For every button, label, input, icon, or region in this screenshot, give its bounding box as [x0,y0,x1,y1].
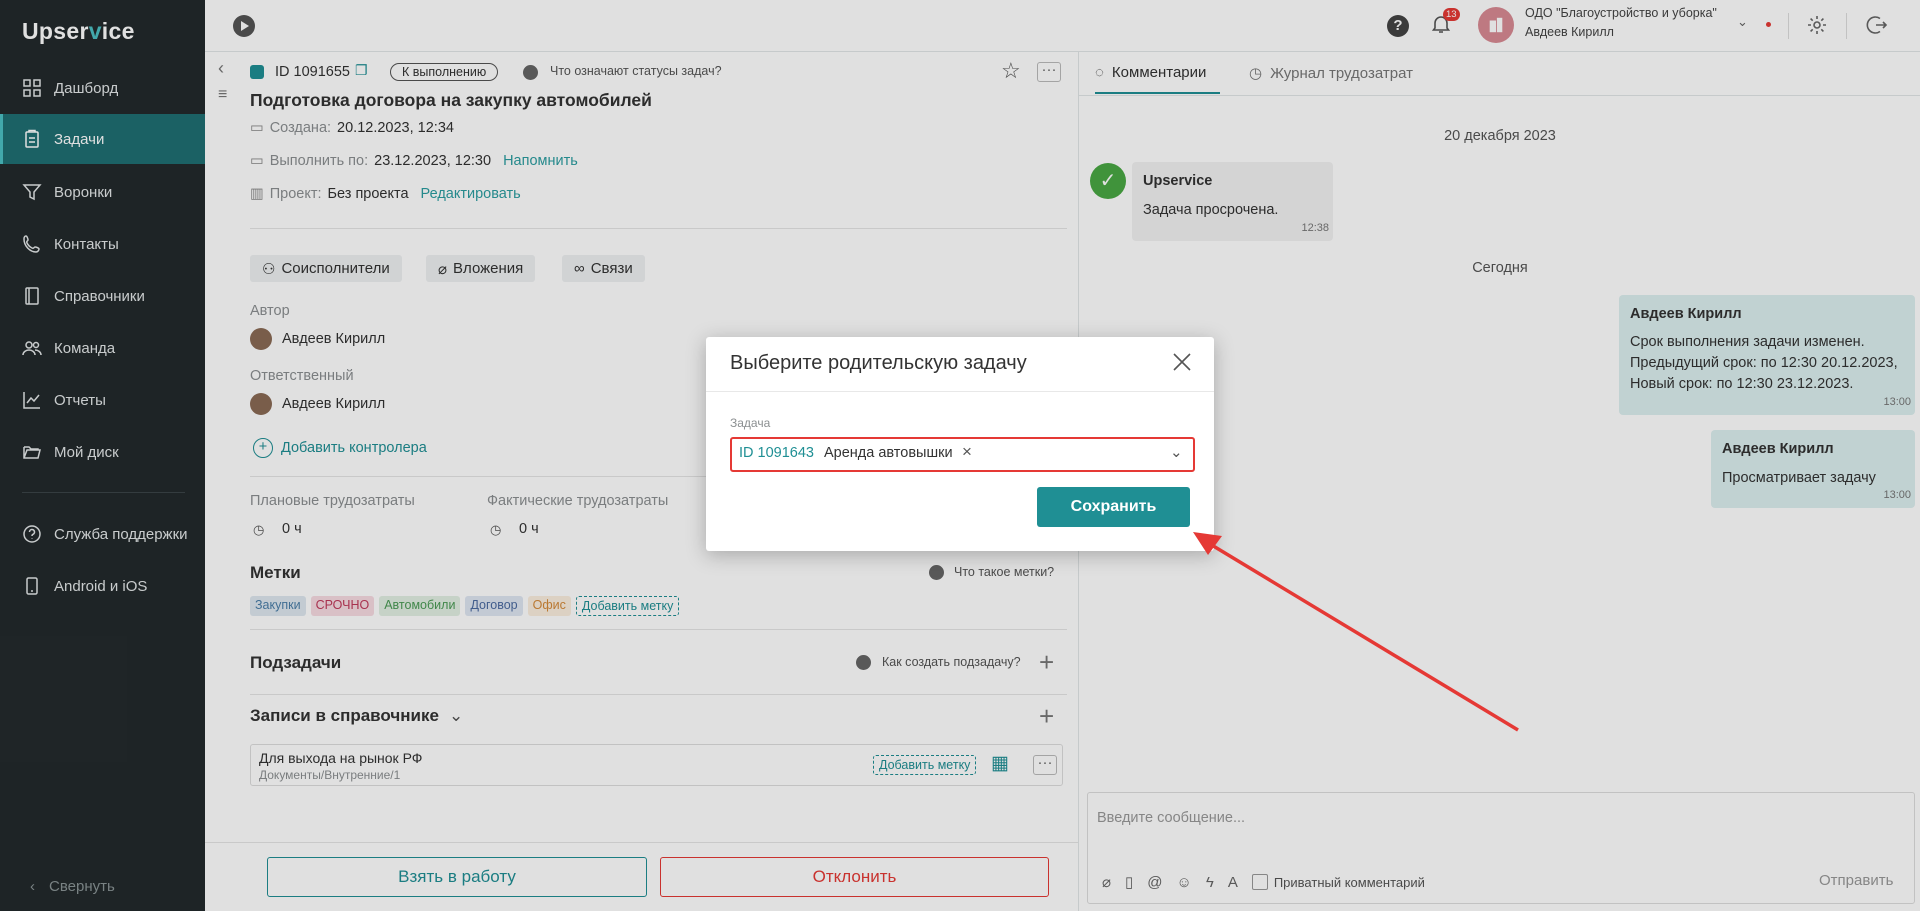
parent-task-dialog: Выберите родительскую задачу Задача ID 1… [706,337,1214,551]
parent-task-select[interactable]: ID 1091643 Аренда автовышки × ⌄ [730,437,1195,472]
save-button[interactable]: Сохранить [1037,487,1190,527]
divider [706,391,1214,392]
dialog-title: Выберите родительскую задачу [730,352,1027,374]
selected-task-id: ID 1091643 [739,445,814,461]
clear-selection-icon[interactable]: × [962,442,972,462]
chevron-down-icon[interactable]: ⌄ [1170,443,1183,461]
selected-task-name: Аренда автовышки [824,445,953,461]
close-icon[interactable] [1171,351,1193,373]
task-field-label: Задача [730,416,771,430]
